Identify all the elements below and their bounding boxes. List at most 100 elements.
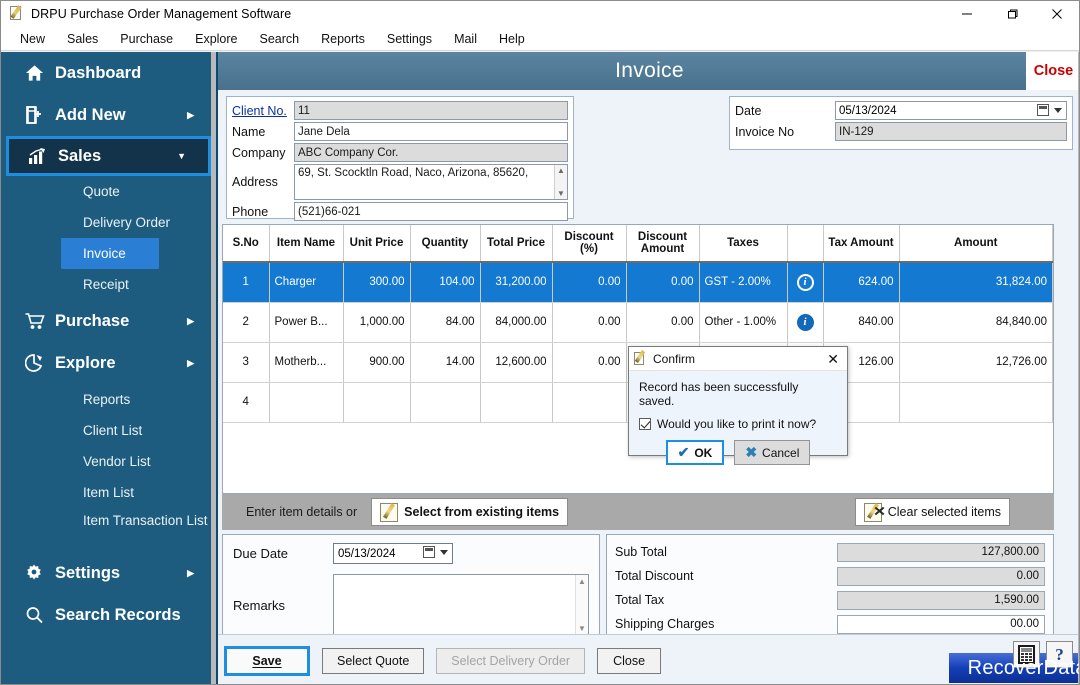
cell-quantity[interactable] bbox=[410, 382, 481, 423]
address-textarea[interactable]: 69, St. Scocktln Road, Naco, Arizona, 85… bbox=[294, 164, 568, 200]
col-taxes[interactable]: Taxes bbox=[699, 225, 788, 263]
minimize-icon[interactable] bbox=[944, 1, 989, 27]
chevron-down-icon[interactable] bbox=[440, 550, 448, 555]
sidebar-item-purchase[interactable]: Purchase ▶ bbox=[1, 300, 216, 342]
menu-item-mail[interactable]: Mail bbox=[443, 29, 488, 49]
col-total-price[interactable]: Total Price bbox=[480, 225, 553, 263]
sidebar-item-item-list[interactable]: Item List bbox=[1, 477, 216, 508]
cell-quantity[interactable]: 104.00 bbox=[410, 262, 481, 303]
due-date-picker[interactable]: 05/13/2024 bbox=[333, 543, 453, 564]
client-no-link[interactable]: Client No. bbox=[232, 104, 294, 118]
cell-quantity[interactable]: 14.00 bbox=[410, 342, 481, 383]
cell-quantity[interactable]: 84.00 bbox=[410, 302, 481, 343]
select-existing-items-button[interactable]: Select from existing items bbox=[371, 498, 569, 526]
print-now-checkbox[interactable] bbox=[639, 418, 651, 430]
cell-tax-info[interactable]: i bbox=[787, 302, 824, 343]
cell-unit-price[interactable]: 300.00 bbox=[343, 262, 411, 303]
chevron-down-icon[interactable] bbox=[1054, 108, 1062, 113]
table-row[interactable]: 1 Charger 300.00 104.00 31,200.00 0.00 0… bbox=[223, 262, 1053, 303]
col-amount[interactable]: Amount bbox=[899, 225, 1053, 263]
menu-item-purchase[interactable]: Purchase bbox=[109, 29, 184, 49]
remarks-textarea[interactable]: ▲ ▼ bbox=[333, 574, 589, 636]
date-picker[interactable]: 05/13/2024 bbox=[835, 101, 1067, 120]
table-row[interactable]: 2 Power B... 1,000.00 84.00 84,000.00 0.… bbox=[223, 302, 1053, 343]
col-discount-amount[interactable]: Discount Amount bbox=[626, 225, 700, 263]
cell-item-name[interactable]: Motherb... bbox=[269, 342, 344, 383]
col-tax-info[interactable] bbox=[787, 225, 824, 263]
cell-tax-info[interactable]: i bbox=[787, 262, 824, 303]
cell-taxes[interactable]: Other - 1.00% bbox=[699, 302, 788, 343]
col-tax-amount[interactable]: Tax Amount bbox=[823, 225, 900, 263]
remarks-scrollbar[interactable]: ▲ ▼ bbox=[575, 575, 588, 635]
sidebar-item-settings[interactable]: Settings ▶ bbox=[1, 552, 216, 594]
dialog-ok-button[interactable]: ✔ OK bbox=[665, 440, 725, 465]
menu-item-help[interactable]: Help bbox=[488, 29, 536, 49]
info-icon[interactable]: i bbox=[796, 273, 814, 291]
sidebar-item-delivery-order[interactable]: Delivery Order bbox=[1, 207, 216, 238]
cell-item-name[interactable]: Charger bbox=[269, 262, 344, 303]
invoice-no-input[interactable]: IN-129 bbox=[835, 122, 1067, 141]
sidebar-item-explore[interactable]: Explore ▶ bbox=[1, 342, 216, 384]
dialog-close-icon[interactable]: ✕ bbox=[823, 352, 843, 366]
sidebar-item-quote[interactable]: Quote bbox=[1, 176, 216, 207]
client-details-panel: Client No. 11 Name Jane Dela Company ABC… bbox=[226, 96, 574, 221]
notepad-pencil-icon bbox=[633, 349, 648, 366]
phone-input[interactable]: (521)66-021 bbox=[294, 202, 568, 221]
col-discount-pct[interactable]: Discount (%) bbox=[552, 225, 627, 263]
phone-label: Phone bbox=[232, 204, 269, 219]
shipping-charges-input[interactable]: 00.00 bbox=[837, 614, 1045, 634]
cell-taxes[interactable]: GST - 2.00% bbox=[699, 262, 788, 303]
sidebar-item-receipt[interactable]: Receipt bbox=[1, 269, 216, 300]
col-sno[interactable]: S.No bbox=[223, 225, 270, 263]
due-date-row: Due Date 05/13/2024 bbox=[233, 543, 589, 564]
print-now-checkbox-row[interactable]: Would you like to print it now? bbox=[629, 408, 847, 431]
sidebar-item-invoice[interactable]: Invoice bbox=[61, 238, 159, 269]
add-document-icon bbox=[25, 106, 55, 124]
cell-unit-price[interactable]: 1,000.00 bbox=[343, 302, 411, 343]
col-quantity[interactable]: Quantity bbox=[410, 225, 481, 263]
select-quote-button[interactable]: Select Quote bbox=[322, 647, 425, 674]
total-row-sub-total: Sub Total 127,800.00 bbox=[615, 541, 1045, 563]
cell-discount-pct[interactable]: 0.00 bbox=[552, 342, 627, 383]
sidebar-item-vendor-list[interactable]: Vendor List bbox=[1, 446, 216, 477]
sidebar-item-add-new[interactable]: Add New ▶ bbox=[1, 94, 216, 136]
save-button[interactable]: Save bbox=[224, 645, 310, 676]
maximize-icon[interactable] bbox=[989, 1, 1034, 27]
client-phone-row: Phone (521)66-021 bbox=[232, 202, 568, 221]
cell-item-name[interactable]: Power B... bbox=[269, 302, 344, 343]
client-no-input[interactable]: 11 bbox=[294, 101, 568, 120]
cell-unit-price[interactable]: 900.00 bbox=[343, 342, 411, 383]
name-input[interactable]: Jane Dela bbox=[294, 122, 568, 141]
sidebar-item-client-list[interactable]: Client List bbox=[1, 415, 216, 446]
menu-item-reports[interactable]: Reports bbox=[310, 29, 376, 49]
cell-item-name[interactable] bbox=[269, 382, 344, 423]
application-window: DRPU Purchase Order Management Software … bbox=[0, 0, 1080, 685]
sidebar-item-dashboard[interactable]: Dashboard bbox=[1, 52, 216, 94]
sidebar-item-search-records[interactable]: Search Records bbox=[1, 594, 216, 636]
col-unit-price[interactable]: Unit Price bbox=[343, 225, 411, 263]
info-icon[interactable]: i bbox=[796, 313, 814, 331]
sidebar-label-purchase: Purchase bbox=[55, 311, 130, 330]
col-item-name[interactable]: Item Name bbox=[269, 225, 344, 263]
menu-item-settings[interactable]: Settings bbox=[376, 29, 443, 49]
sidebar-item-item-transaction-list[interactable]: Item Transaction List bbox=[1, 508, 216, 552]
close-button[interactable]: Close bbox=[597, 647, 662, 674]
close-icon[interactable] bbox=[1034, 1, 1079, 27]
cell-discount-pct[interactable]: 0.00 bbox=[552, 302, 627, 343]
sidebar-item-reports[interactable]: Reports bbox=[1, 384, 216, 415]
company-input[interactable]: ABC Company Cor. bbox=[294, 143, 568, 162]
menu-item-search[interactable]: Search bbox=[249, 29, 311, 49]
menu-item-explore[interactable]: Explore bbox=[184, 29, 248, 49]
cell-discount-pct[interactable] bbox=[552, 382, 627, 423]
close-form-button[interactable]: Close bbox=[1026, 52, 1079, 90]
cell-unit-price[interactable] bbox=[343, 382, 411, 423]
dialog-cancel-button[interactable]: ✖ Cancel bbox=[734, 440, 811, 465]
page-header: Invoice Close bbox=[218, 52, 1079, 90]
address-scrollbar[interactable]: ▲ ▼ bbox=[554, 165, 567, 199]
cell-discount-amount: 0.00 bbox=[626, 302, 700, 343]
cell-discount-pct[interactable]: 0.00 bbox=[552, 262, 627, 303]
clear-selected-items-button[interactable]: Clear selected items bbox=[854, 498, 1010, 526]
menu-item-sales[interactable]: Sales bbox=[56, 29, 109, 49]
menu-item-new[interactable]: New bbox=[9, 29, 56, 49]
sidebar-item-sales[interactable]: Sales ▼ bbox=[6, 136, 211, 176]
